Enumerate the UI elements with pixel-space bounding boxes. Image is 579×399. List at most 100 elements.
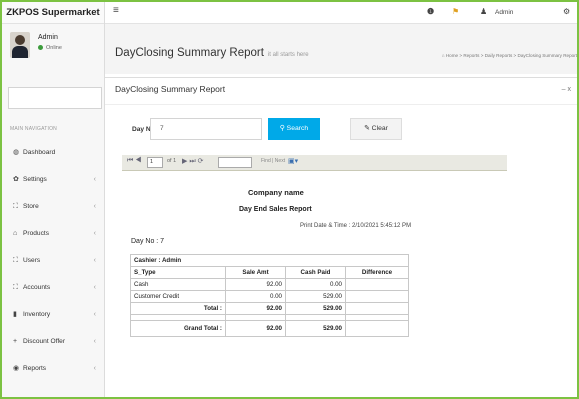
breadcrumb-reports[interactable]: Reports (463, 53, 479, 58)
column-header-stype: S_Type (130, 266, 226, 279)
content-header: DayClosing Summary Report it all starts h… (105, 24, 577, 74)
sidebar-item-label: Discount Offer (23, 338, 66, 345)
column-header-difference: Difference (345, 266, 409, 279)
breadcrumb-daily-reports[interactable]: Daily Reports (485, 53, 513, 58)
total-sale: 92.00 (225, 302, 286, 315)
sidebar-item-label: Store (23, 203, 39, 210)
report-dayno: Day No : 7 (131, 238, 165, 245)
sidebar-item-accounts[interactable]: ⛶ Accounts ‹ (2, 279, 104, 297)
sitemap-icon: ⛶ (13, 257, 18, 264)
gear-icon: ✿ (13, 176, 19, 183)
clear-button[interactable]: ✎ Clear (350, 118, 402, 140)
report-print-datetime: Print Date & Time : 2/10/2021 5:45:12 PM (300, 223, 412, 229)
find-input[interactable] (218, 157, 252, 168)
report-title: Day End Sales Report (239, 206, 312, 213)
chevron-left-icon: ‹ (93, 257, 96, 264)
report-box: DayClosing Summary Report – x Day No. 7 … (105, 77, 577, 397)
search-icon: ⚲ (279, 125, 287, 132)
sitemap-icon: ⛶ (13, 203, 18, 210)
grand-total-label: Grand Total : (130, 320, 226, 337)
row-diff (345, 290, 409, 303)
user-status: Online (38, 45, 62, 51)
column-header-sale-amt: Sale Amt (225, 266, 286, 279)
page-of-label: of 1 (167, 158, 177, 164)
sidebar-item-label: Inventory (23, 311, 51, 318)
dayno-input[interactable]: 7 (150, 118, 262, 140)
report-viewer-toolbar: ⏮ ◀ 1 of 1 ▶ ⏭ ⟳ Find | Next ▣▾ (122, 155, 507, 171)
divider (105, 104, 577, 105)
sidebar-search-input[interactable] (8, 87, 102, 109)
table-row: Cash 92.00 0.00 (130, 278, 409, 291)
gear-icon[interactable]: ⚙ (563, 7, 570, 16)
chevron-left-icon: ‹ (93, 176, 96, 183)
sidebar-item-inventory[interactable]: ▮ Inventory ‹ (2, 306, 104, 324)
total-paid: 529.00 (285, 302, 346, 315)
sidebar-item-settings[interactable]: ✿ Settings ‹ (2, 171, 104, 189)
app-logo[interactable]: ZKPOS Supermarket (2, 2, 104, 24)
sidebar-item-label: Dashboard (23, 149, 56, 156)
sidebar-item-discount-offer[interactable]: + Discount Offer ‹ (2, 333, 104, 351)
sidebar-item-reports[interactable]: ◉ Reports ‹ (2, 360, 104, 378)
page-number-input[interactable]: 1 (147, 157, 163, 168)
box-title: DayClosing Summary Report (115, 84, 226, 94)
grand-total-row: Grand Total : 92.00 529.00 (130, 320, 409, 337)
page-title: DayClosing Summary Report it all starts h… (115, 47, 309, 59)
topbar: ≡ ❶ ⚑ ♟ Admin ⚙ (105, 2, 577, 24)
avatar (10, 32, 30, 58)
chevron-left-icon: ‹ (93, 365, 96, 372)
export-icon[interactable]: ▣▾ (288, 157, 298, 165)
grand-total-sale: 92.00 (225, 320, 286, 337)
nav-header: MAIN NAVIGATION (10, 126, 57, 132)
search-button-label: Search (286, 125, 309, 132)
info-icon[interactable]: ❶ (427, 7, 434, 16)
user-status-label: Online (46, 45, 62, 51)
topbar-user-label[interactable]: Admin (495, 9, 513, 16)
total-label: Total : (130, 302, 226, 315)
sidebar-item-users[interactable]: ⛶ Users ‹ (2, 252, 104, 270)
chevron-left-icon: ‹ (93, 284, 96, 291)
bars-icon: ▮ (13, 311, 17, 318)
sidebar-item-label: Accounts (23, 284, 51, 291)
row-sale: 0.00 (225, 290, 286, 303)
row-type: Customer Credit (130, 290, 226, 303)
search-button[interactable]: ⚲ Search (268, 118, 320, 140)
row-diff (345, 278, 409, 291)
next-last-page-icon[interactable]: ▶ ⏭ ⟳ (182, 157, 203, 166)
notification-icon[interactable]: ⚑ (452, 7, 459, 16)
box-tools[interactable]: – x (562, 86, 571, 93)
eraser-icon: ✎ (364, 125, 372, 132)
sidebar-item-label: Users (23, 257, 41, 264)
page-subtitle: it all starts here (267, 52, 309, 58)
find-next-link[interactable]: Find | Next (261, 158, 285, 164)
grand-total-paid: 529.00 (285, 320, 346, 337)
breadcrumb-current: DayClosing Summary Report (517, 53, 577, 58)
sidebar-item-products[interactable]: ⌂ Products ‹ (2, 225, 104, 243)
eye-icon: ◉ (13, 365, 20, 372)
chevron-left-icon: ‹ (93, 311, 96, 318)
row-type: Cash (130, 278, 226, 291)
dashboard-icon: ◍ (13, 149, 20, 156)
plus-icon: + (13, 338, 18, 345)
clear-button-label: Clear (371, 125, 388, 132)
user-panel: Admin Online (2, 24, 104, 80)
breadcrumb-home[interactable]: Home (446, 53, 458, 58)
sidebar: ZKPOS Supermarket Admin Online MAIN NAVI… (2, 2, 105, 397)
sidebar-item-label: Settings (23, 176, 47, 183)
grand-total-diff (345, 320, 409, 337)
sidebar-item-store[interactable]: ⛶ Store ‹ (2, 198, 104, 216)
user-name: Admin (38, 34, 58, 41)
total-row: Total : 92.00 529.00 (130, 302, 409, 315)
first-prev-page-icon[interactable]: ⏮ ◀ (127, 157, 142, 165)
app-window: ZKPOS Supermarket Admin Online MAIN NAVI… (0, 0, 579, 399)
column-header-cash-paid: Cash Paid (285, 266, 346, 279)
table-row: Customer Credit 0.00 529.00 (130, 290, 409, 303)
hamburger-menu-icon[interactable]: ≡ (113, 5, 119, 16)
online-dot-icon (38, 45, 43, 51)
user-icon[interactable]: ♟ (480, 7, 487, 16)
page-title-text: DayClosing Summary Report (115, 47, 264, 59)
breadcrumb: ⌂ Home > Reports > Daily Reports > DayCl… (441, 53, 577, 58)
report-company: Company name (248, 188, 304, 197)
chevron-left-icon: ‹ (93, 203, 96, 210)
sidebar-item-dashboard[interactable]: ◍ Dashboard (2, 144, 104, 162)
chevron-left-icon: ‹ (93, 338, 96, 345)
